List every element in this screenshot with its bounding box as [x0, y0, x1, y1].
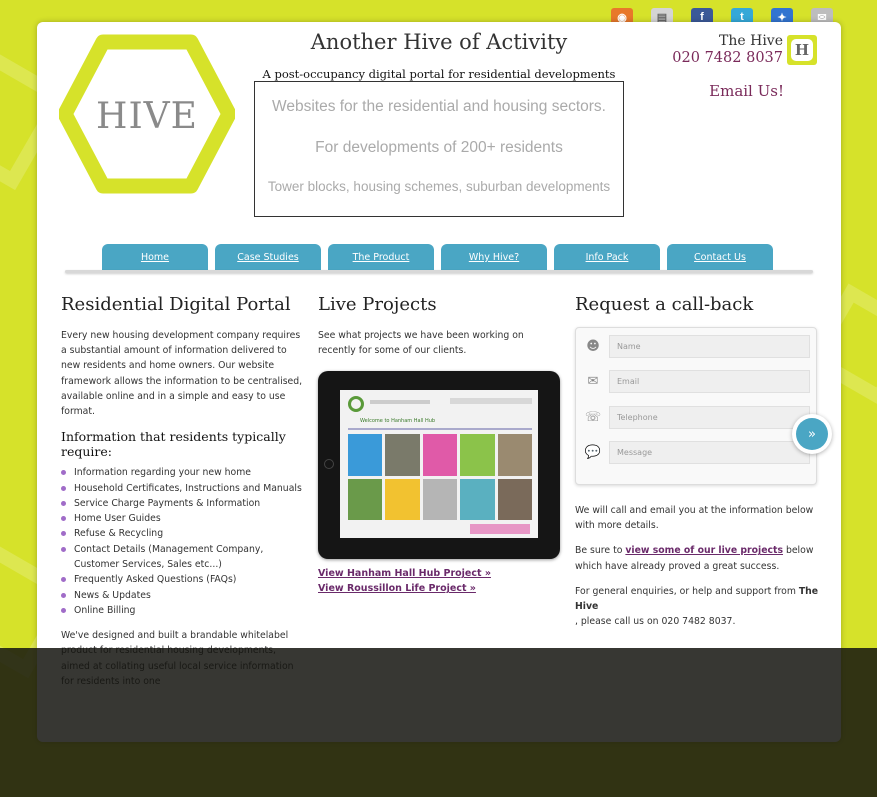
screen-tile	[497, 434, 532, 476]
list-item: Contact Details (Management Company, Cus…	[61, 542, 305, 573]
screen-tile	[460, 434, 495, 476]
callback-text-2-pre: Be sure to	[575, 545, 626, 557]
list-item: News & Updates	[61, 588, 305, 603]
message-field-row: 💬 Message	[582, 441, 810, 465]
portal-heading: Residential Digital Portal	[61, 294, 291, 315]
hanham-hall-link[interactable]: View Hanham Hall Hub Project »	[318, 568, 562, 579]
envelope-icon: ✉	[587, 374, 599, 389]
tablet-home-button	[324, 459, 334, 470]
nav-tab-contact-us[interactable]: Contact Us	[667, 244, 773, 271]
roussillon-life-link[interactable]: View Roussillon Life Project »	[318, 583, 562, 594]
list-item: Online Billing	[61, 603, 305, 618]
person-icon: ☻	[586, 338, 600, 354]
screen-tile	[422, 478, 458, 521]
tablet-screenshot[interactable]: Welcome to Hanham Hall Hub	[318, 371, 560, 560]
telephone-field[interactable]: Telephone	[609, 405, 810, 429]
screen-header-bar	[370, 400, 430, 405]
banner-line: For developments of 200+ residents	[315, 139, 563, 156]
screen-tile	[348, 478, 383, 521]
screen-tile	[422, 434, 458, 476]
callback-column: Request a call-back ☻ Name ✉ Email ☏ Tel…	[575, 294, 832, 630]
hive-badge-icon: H	[787, 35, 817, 65]
live-projects-link[interactable]: view some of our live projects	[625, 545, 783, 556]
site-tagline: A post-occupancy digital portal for resi…	[262, 67, 616, 81]
callback-text-3: For general enquiries, or help and suppo…	[575, 584, 819, 630]
projects-column: Live Projects See what projects we have …	[318, 294, 562, 594]
callback-text-3-pre: For general enquiries, or help and suppo…	[575, 585, 799, 597]
callback-text-3-post: , please call us on 020 7482 8037.	[575, 616, 736, 628]
submit-arrow-icon: »	[796, 418, 828, 450]
tablet-screen: Welcome to Hanham Hall Hub	[340, 390, 538, 539]
screen-tile	[348, 434, 383, 476]
badge-letter: H	[791, 39, 813, 61]
portal-subheading: Information that residents typically req…	[61, 429, 286, 460]
callback-heading: Request a call-back	[575, 294, 754, 315]
screen-tile	[460, 478, 495, 521]
projects-intro: See what projects we have been working o…	[318, 330, 524, 357]
list-item: Refuse & Recycling	[61, 526, 305, 541]
callback-text-2: Be sure to view some of our live project…	[575, 543, 819, 573]
nav-tab-case-studies[interactable]: Case Studies	[215, 244, 321, 271]
phone-icon: ☏	[584, 409, 602, 425]
phone-number: 020 7482 8037	[672, 50, 783, 66]
screen-divider	[348, 428, 532, 431]
message-field[interactable]: Message	[609, 441, 810, 464]
email-us-link[interactable]: Email Us!	[709, 82, 784, 100]
screen-tile	[385, 434, 420, 476]
callback-form: ☻ Name ✉ Email ☏ Telephone 💬 Message »	[575, 327, 832, 485]
nav-tab-home[interactable]: Home	[102, 244, 208, 271]
nav-divider	[65, 270, 813, 273]
list-item: Service Charge Payments & Information	[61, 496, 305, 511]
screen-tiles	[348, 434, 532, 521]
bottom-dark-overlay	[0, 648, 877, 797]
list-item: Home User Guides	[61, 511, 305, 526]
list-item: Information regarding your new home	[61, 465, 305, 480]
hanham-logo-icon	[348, 396, 364, 413]
logo-text: HIVE	[96, 96, 198, 137]
telephone-field-row: ☏ Telephone	[582, 405, 810, 429]
header-contact: The Hive 020 7482 8037 H	[672, 33, 817, 66]
nav-tab-the-product[interactable]: The Product	[328, 244, 434, 271]
screen-nav-bar	[450, 398, 532, 405]
list-item: Frequently Asked Questions (FAQs)	[61, 572, 305, 587]
page-container: HIVE Another Hive of Activity A post-occ…	[37, 22, 841, 742]
company-name: The Hive	[719, 33, 783, 49]
main-nav: Home Case Studies The Product Why Hive? …	[102, 244, 773, 271]
screen-title: Welcome to Hanham Hall Hub	[360, 418, 436, 425]
screen-footer-logo	[470, 524, 530, 535]
nav-tab-info-pack[interactable]: Info Pack	[554, 244, 660, 271]
projects-heading: Live Projects	[318, 294, 437, 315]
submit-button[interactable]: »	[792, 414, 832, 454]
info-list: Information regarding your new home Hous…	[61, 465, 305, 618]
banner-line: Tower blocks, housing schemes, suburban …	[267, 179, 611, 194]
screen-tile	[497, 478, 532, 521]
speech-bubble-icon: 💬	[584, 445, 602, 460]
hive-logo[interactable]: HIVE	[57, 34, 237, 194]
screen-tile	[385, 478, 420, 521]
email-field[interactable]: Email	[609, 370, 810, 393]
portal-column: Residential Digital Portal Every new hou…	[61, 294, 305, 689]
name-field-row: ☻ Name	[582, 334, 810, 358]
list-item: Household Certificates, Instructions and…	[61, 481, 305, 496]
nav-tab-why-hive[interactable]: Why Hive?	[441, 244, 547, 271]
name-field[interactable]: Name	[609, 334, 810, 358]
callback-text-1: We will call and email you at the inform…	[575, 505, 814, 532]
portal-intro: Every new housing development company re…	[61, 330, 303, 418]
banner-line: Websites for the residential and housing…	[271, 98, 606, 115]
hero-banner: Websites for the residential and housing…	[254, 81, 624, 217]
email-field-row: ✉ Email	[582, 370, 810, 394]
